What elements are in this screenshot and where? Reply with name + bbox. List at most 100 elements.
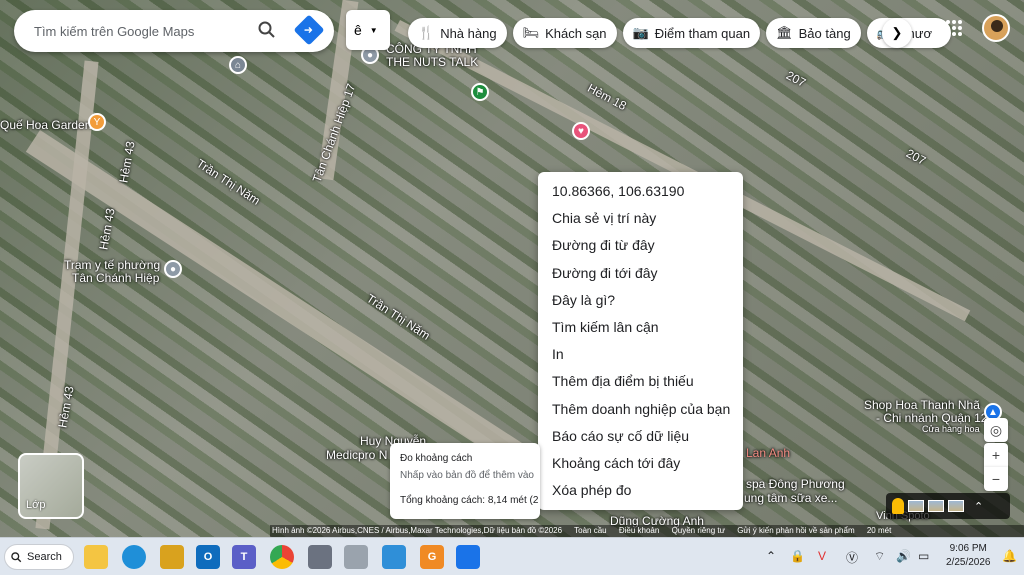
avatar[interactable] [982,14,1010,42]
attribution-global[interactable]: Toàn cầu [574,526,606,535]
menu-item-share-location[interactable]: Chia sẻ vị trí này [538,205,743,232]
directions-icon[interactable]: ➜ [293,14,325,46]
map-label-nuts-talk: THE NUTS TALK [386,55,479,69]
attribution-feedback[interactable]: Gửi ý kiến phản hồi về sản phẩm [737,526,854,535]
poi-heart-icon[interactable]: ♥ [572,122,590,140]
chip-museums[interactable]: 🏛 Bảo tàng [766,18,861,48]
photos-icon[interactable] [456,545,480,569]
lock-app-icon[interactable] [160,545,184,569]
chevron-up-icon[interactable]: ⌃ [766,549,776,563]
ime-label: ê [354,22,362,38]
chip-label: Điểm tham quan [654,25,751,41]
poi-flag-icon[interactable]: ⚑ [471,83,489,101]
measure-subtitle: Nhấp vào bản đồ để thêm vào [400,470,534,481]
lock-tray-icon[interactable]: 🔒 [790,549,805,563]
poi-school-icon[interactable]: ⌂ [229,56,247,74]
menu-item-add-missing-place[interactable]: Thêm địa điểm bị thiếu [538,368,743,395]
my-location-icon[interactable]: ◎ [984,418,1008,442]
museum-icon: 🏛 [776,25,793,40]
map-label-spa-2: ung tâm sữa xe... [744,491,838,505]
chip-attractions[interactable]: 📷 Điểm tham quan [622,18,761,48]
zoom-in-button[interactable]: + [984,443,1008,467]
map-label-huy-nguyen-2: Medicpro N [326,448,388,462]
chip-hotels[interactable]: 🛏 Khách sạn [512,18,617,48]
chip-restaurants[interactable]: 🍴 Nhà hàng [408,18,507,48]
context-menu: 10.86366, 106.63190 Chia sẻ vị trí này Đ… [538,172,743,510]
bed-icon: 🛏 [522,25,540,40]
measure-distance-panel: Đo khoảng cách Nhấp vào bản đồ để thêm v… [390,443,540,519]
ime-selector[interactable]: ê ▼ [346,10,390,50]
imagery-thumb-1[interactable] [908,500,924,512]
menu-item-coordinates[interactable]: 10.86366, 106.63190 [538,178,743,205]
notification-icon[interactable]: 🔔 [1002,549,1017,563]
layers-button[interactable]: Lớp [18,453,84,519]
menu-item-directions-to[interactable]: Đường đi tới đây [538,260,743,287]
note-app-icon[interactable]: G [420,545,444,569]
chevron-right-icon[interactable]: ❯ [882,18,912,48]
zoom-out-button[interactable]: − [984,467,1008,491]
map-label-hem18: Hẻm 18 [585,80,629,114]
map-label-207b: 207 [903,146,929,168]
measure-total: Tổng khoảng cách: 8,14 mét (2 [400,495,539,506]
chevron-up-icon[interactable]: ⌃ [974,500,983,513]
menu-item-report-data-problem[interactable]: Báo cáo sự cố dữ liệu [538,423,743,450]
outlook-icon[interactable]: O [196,545,220,569]
attribution-imagery: Hình ảnh ©2026 Airbus,CNES / Airbus,Maxa… [272,526,563,535]
teams-icon[interactable]: T [232,545,256,569]
attribution-bar: Hình ảnh ©2026 Airbus,CNES / Airbus,Maxa… [270,525,1024,537]
calculator-icon[interactable] [308,545,332,569]
chevron-down-icon: ▼ [369,25,378,35]
app-bars-icon[interactable] [344,545,368,569]
map-label-207a: 207 [783,68,809,90]
vn-input-icon[interactable]: Ⓥ [846,549,858,566]
clock-date: 2/25/2026 [946,557,991,568]
taskbar-search-label: Search [27,551,62,563]
imagery-thumb-2[interactable] [928,500,944,512]
map-label-cua-hang: Cửa hàng hoa [922,424,980,434]
map-label-tran-thi-nam-1: Trần Thị Năm [194,156,263,208]
search-box[interactable]: ➜ [14,10,334,52]
search-icon[interactable] [258,21,276,44]
map-label-tram-yte-1: Trạm y tế phường [64,258,161,272]
camera-icon: 📷 [632,25,649,40]
poi-cocktail-icon[interactable]: Y [88,113,106,131]
vivaldi-icon[interactable]: V [818,549,826,563]
menu-item-whats-here[interactable]: Đây là gì? [538,287,743,314]
menu-item-directions-from[interactable]: Đường đi từ đây [538,232,743,259]
map-label-hem43-b: Hẻm 43 [96,207,118,251]
menu-item-add-business[interactable]: Thêm doanh nghiệp của bạn [538,396,743,423]
taskbar-search[interactable]: Search [4,544,74,570]
sticky-notes-icon[interactable] [382,545,406,569]
map-label-shop-hoa-1: Shop Hoa Thanh Nhã [864,398,980,412]
attribution-scale: 20 mét [866,526,892,535]
chip-label: Nhà hàng [440,25,497,41]
map-label-spa-1: spa Đông Phương [746,477,845,491]
attribution-privacy[interactable]: Quyền riêng tư [672,526,725,535]
apps-grid-icon[interactable] [946,20,962,36]
file-explorer-icon[interactable] [84,545,108,569]
chrome-icon[interactable] [270,545,294,569]
imagery-thumb-3[interactable] [948,500,964,512]
map-label-que-hoa: Quế Hoa Garden [0,118,92,132]
menu-item-print[interactable]: In [538,341,743,368]
layers-label: Lớp [26,499,46,511]
poi-health-icon[interactable]: ● [164,260,182,278]
street-view-bar: ⌃ [886,493,1010,519]
clock[interactable]: 9:06 PM 2/25/2026 [946,542,991,570]
attribution-terms[interactable]: Điều khoản [619,526,659,535]
chip-label: Khách sạn [545,25,607,41]
map-label-hem43-a: Hẻm 43 [116,140,138,184]
pegman-icon[interactable] [892,498,904,514]
map-label-lan-anh: Lan Anh [746,446,791,460]
wifi-icon[interactable]: ⌔ [874,549,885,564]
menu-item-search-nearby[interactable]: Tìm kiếm lân cận [538,314,743,341]
road-tran-thi-nam [25,130,560,490]
battery-icon[interactable]: ▭ [918,549,929,563]
edge-icon[interactable] [122,545,146,569]
map-label-tram-yte-2: Tân Chánh Hiệp [72,271,160,285]
search-input[interactable] [34,23,244,39]
volume-icon[interactable]: 🔊 [896,549,911,563]
menu-item-clear-measurement[interactable]: Xóa phép đo [538,477,743,504]
map-label-shop-hoa-2: - Chi nhánh Quận 12 [876,411,988,425]
menu-item-distance-to-here[interactable]: Khoảng cách tới đây [538,450,743,477]
